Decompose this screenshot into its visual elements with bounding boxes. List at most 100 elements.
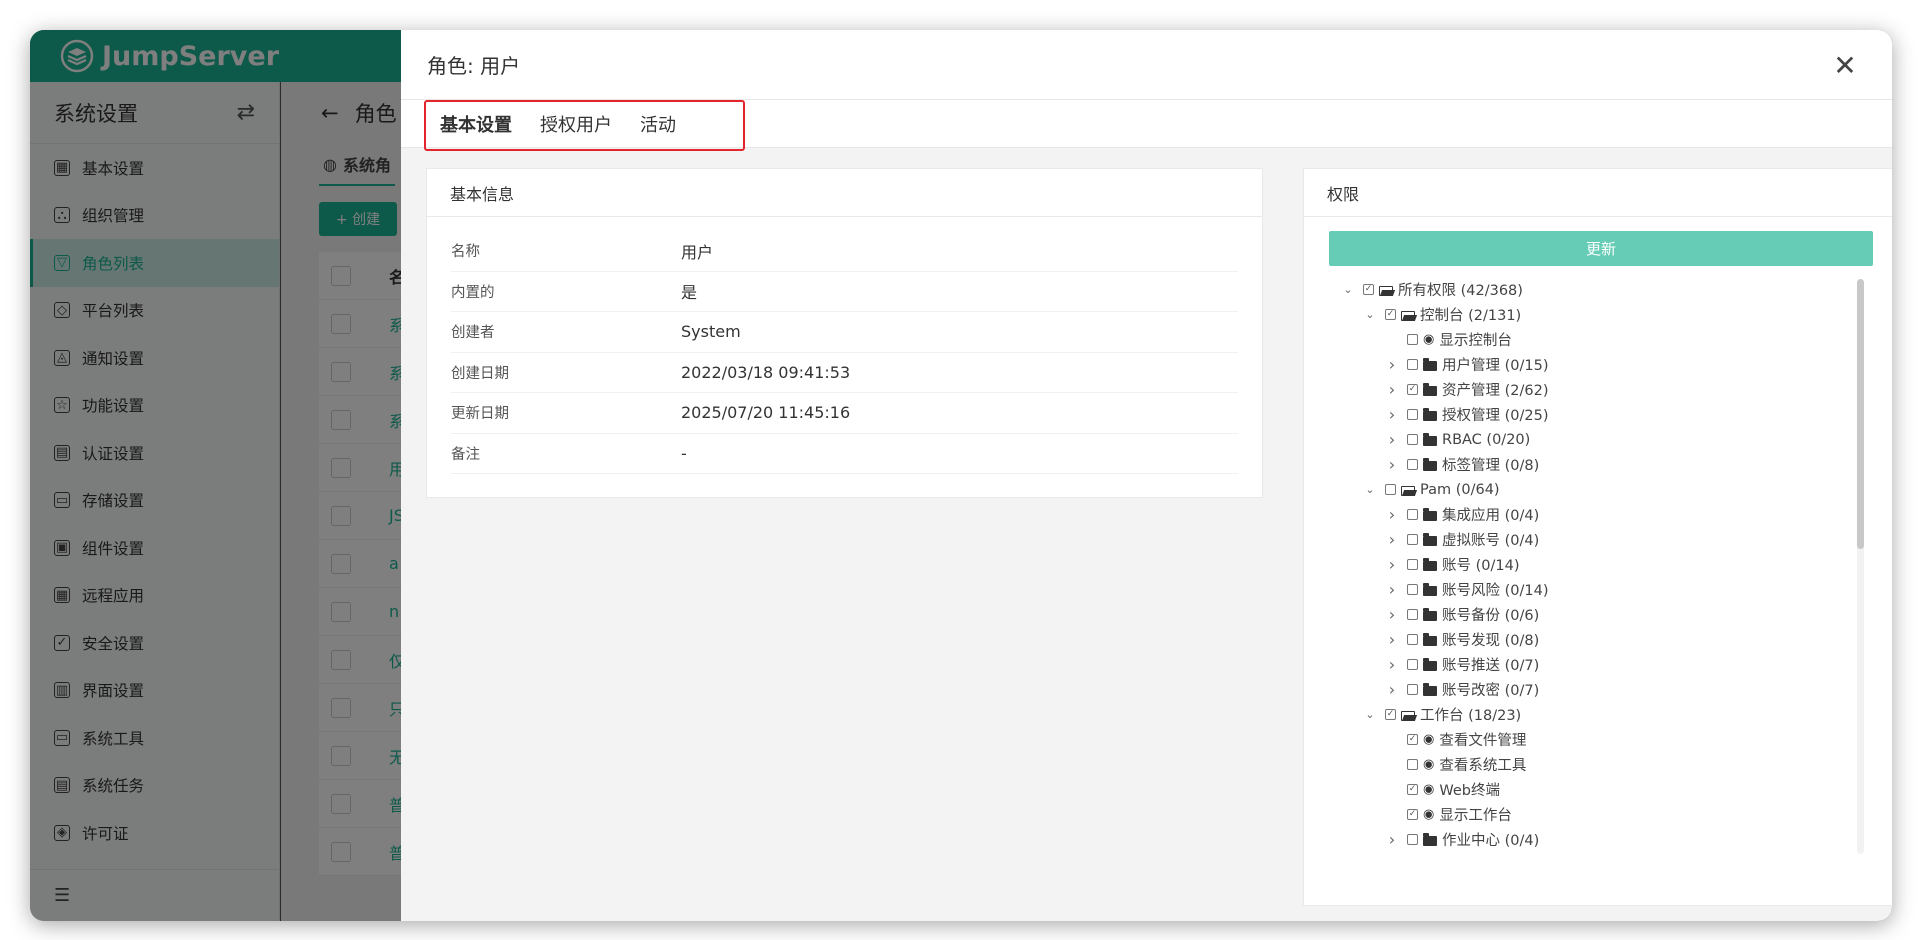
tree-node-label: 账号发现 (0/8) bbox=[1442, 633, 1540, 649]
tree-node[interactable]: › 作业中心 (0/4) bbox=[1329, 827, 1864, 852]
chevron-right-icon[interactable]: › bbox=[1385, 605, 1399, 624]
permission-checkbox[interactable] bbox=[1407, 459, 1418, 470]
chevron-down-icon[interactable]: ⌄ bbox=[1363, 308, 1377, 322]
chevron-down-icon[interactable]: ⌄ bbox=[1341, 283, 1355, 297]
permission-checkbox[interactable] bbox=[1407, 634, 1418, 645]
tree-node[interactable]: ⌄ ✓ 工作台 (18/23) bbox=[1329, 702, 1864, 727]
tree-node[interactable]: ◉ 查看系统工具 bbox=[1329, 752, 1864, 777]
permission-checkbox[interactable] bbox=[1407, 834, 1418, 845]
tree-node[interactable]: ◉ 显示控制台 bbox=[1329, 327, 1864, 352]
permission-checkbox[interactable]: ✓ bbox=[1407, 784, 1418, 795]
tree-node[interactable]: ⌄ ✓ 所有权限 (42/368) bbox=[1329, 277, 1864, 302]
basic-info-card: 基本信息 名称 用户 内置的 是创建者 System 创建日期 2022/03/18 09:… bbox=[426, 168, 1263, 498]
info-key: 创建者 bbox=[451, 325, 495, 342]
permission-checkbox[interactable] bbox=[1407, 359, 1418, 370]
tree-node-label: 账号备份 (0/6) bbox=[1442, 608, 1540, 624]
tree-node[interactable]: › 集成应用 (0/4) bbox=[1329, 502, 1864, 527]
tree-node[interactable]: › ✓ 资产管理 (2/62) bbox=[1329, 377, 1864, 402]
tree-node[interactable]: › 标签管理 (0/8) bbox=[1329, 452, 1864, 477]
chevron-right-icon[interactable]: › bbox=[1385, 655, 1399, 674]
chevron-right-icon[interactable]: › bbox=[1385, 380, 1399, 399]
permissions-tree: ⌄ ✓ 所有权限 (42/368) ⌄ ✓ 控制台 (2/131) ◉ 显示控制台 › 用户管理 … bbox=[1329, 277, 1864, 852]
permission-checkbox[interactable] bbox=[1407, 759, 1418, 770]
update-button[interactable]: 更新 bbox=[1329, 231, 1873, 266]
basic-info-list: 名称 用户 内置的 是创建者 System 创建日期 2022/03/18 09:41:53… bbox=[427, 217, 1262, 474]
tree-node-label: 工作台 (18/23) bbox=[1420, 708, 1522, 724]
drawer-title: 角色: 用户 bbox=[427, 54, 521, 78]
info-value: System bbox=[681, 322, 741, 342]
permission-checkbox[interactable]: ✓ bbox=[1407, 734, 1418, 745]
tree-node-label: 标签管理 (0/8) bbox=[1442, 458, 1540, 474]
tree-node[interactable]: › 账号推送 (0/7) bbox=[1329, 652, 1864, 677]
permission-checkbox[interactable] bbox=[1407, 434, 1418, 445]
tree-node[interactable]: › 账号发现 (0/8) bbox=[1329, 627, 1864, 652]
tree-node[interactable]: › 授权管理 (0/25) bbox=[1329, 402, 1864, 427]
permission-checkbox[interactable] bbox=[1407, 584, 1418, 595]
permission-checkbox[interactable] bbox=[1407, 659, 1418, 670]
info-key: 更新日期 bbox=[451, 406, 509, 423]
permission-checkbox[interactable] bbox=[1407, 609, 1418, 620]
chevron-right-icon[interactable]: › bbox=[1385, 405, 1399, 424]
eye-icon: ◉ bbox=[1423, 332, 1435, 347]
permission-checkbox[interactable] bbox=[1407, 334, 1418, 345]
permission-checkbox[interactable] bbox=[1407, 509, 1418, 520]
folder-open-icon bbox=[1401, 310, 1415, 321]
info-value: 2025/07/20 11:45:16 bbox=[681, 403, 851, 423]
folder-icon bbox=[1423, 657, 1437, 671]
info-key: 创建日期 bbox=[451, 365, 509, 382]
tree-node[interactable]: ✓ ◉ 查看文件管理 bbox=[1329, 727, 1864, 752]
tree-node[interactable]: › 用户管理 (0/15) bbox=[1329, 352, 1864, 377]
permission-checkbox[interactable]: ✓ bbox=[1385, 309, 1396, 320]
chevron-right-icon[interactable]: › bbox=[1385, 630, 1399, 649]
info-value: 用户 bbox=[681, 242, 714, 262]
folder-icon bbox=[1423, 432, 1437, 446]
chevron-right-icon[interactable]: › bbox=[1385, 455, 1399, 474]
app-window: JumpServer 系统设置 ⇄ ▦基本设置⛬组织管理▽角色列表◇平台列表◬通… bbox=[30, 30, 1892, 921]
tree-node-label: 控制台 (2/131) bbox=[1420, 308, 1522, 324]
tree-node[interactable]: › 虚拟账号 (0/4) bbox=[1329, 527, 1864, 552]
chevron-right-icon[interactable]: › bbox=[1385, 355, 1399, 374]
tree-node[interactable]: › 账号备份 (0/6) bbox=[1329, 602, 1864, 627]
chevron-right-icon[interactable]: › bbox=[1385, 555, 1399, 574]
permission-checkbox[interactable]: ✓ bbox=[1407, 809, 1418, 820]
basic-info-title: 基本信息 bbox=[427, 169, 1262, 217]
scrollbar-thumb[interactable] bbox=[1857, 279, 1864, 549]
permission-checkbox[interactable]: ✓ bbox=[1363, 284, 1374, 295]
permission-checkbox[interactable]: ✓ bbox=[1407, 384, 1418, 395]
tree-scrollbar[interactable] bbox=[1857, 279, 1864, 854]
chevron-right-icon[interactable]: › bbox=[1385, 430, 1399, 449]
drawer-header: 角色: 用户 bbox=[401, 30, 1892, 100]
tree-node-label: 账号改密 (0/7) bbox=[1442, 683, 1540, 699]
tree-node[interactable]: ⌄ Pam (0/64) bbox=[1329, 477, 1864, 502]
chevron-right-icon[interactable]: › bbox=[1385, 580, 1399, 599]
info-value: - bbox=[681, 443, 687, 463]
chevron-down-icon[interactable]: ⌄ bbox=[1363, 483, 1377, 497]
permission-checkbox[interactable] bbox=[1407, 534, 1418, 545]
folder-icon bbox=[1423, 457, 1437, 471]
tree-node[interactable]: ⌄ ✓ 控制台 (2/131) bbox=[1329, 302, 1864, 327]
permission-checkbox[interactable] bbox=[1385, 484, 1396, 495]
permission-checkbox[interactable] bbox=[1407, 409, 1418, 420]
info-row: 内置的 是 bbox=[451, 272, 1238, 312]
tree-node[interactable]: › 账号风险 (0/14) bbox=[1329, 577, 1864, 602]
tree-node[interactable]: › 账号改密 (0/7) bbox=[1329, 677, 1864, 702]
tree-node-label: 用户管理 (0/15) bbox=[1442, 358, 1549, 374]
tree-node[interactable]: ✓ ◉ 显示工作台 bbox=[1329, 802, 1864, 827]
tree-node-label: 账号 (0/14) bbox=[1442, 558, 1520, 574]
tree-node-label: 虚拟账号 (0/4) bbox=[1442, 533, 1540, 549]
chevron-right-icon[interactable]: › bbox=[1385, 530, 1399, 549]
tree-node[interactable]: › 账号 (0/14) bbox=[1329, 552, 1864, 577]
permission-checkbox[interactable] bbox=[1407, 559, 1418, 570]
tree-node[interactable]: ✓ ◉ Web终端 bbox=[1329, 777, 1864, 802]
info-key: 内置的 bbox=[451, 284, 495, 301]
tree-node[interactable]: › RBAC (0/20) bbox=[1329, 427, 1864, 452]
close-icon[interactable]: ✕ bbox=[1830, 49, 1860, 82]
permission-checkbox[interactable]: ✓ bbox=[1385, 709, 1396, 720]
permission-checkbox[interactable] bbox=[1407, 684, 1418, 695]
chevron-right-icon[interactable]: › bbox=[1385, 680, 1399, 699]
chevron-right-icon[interactable]: › bbox=[1385, 830, 1399, 849]
chevron-right-icon[interactable]: › bbox=[1385, 505, 1399, 524]
chevron-down-icon[interactable]: ⌄ bbox=[1363, 708, 1377, 722]
